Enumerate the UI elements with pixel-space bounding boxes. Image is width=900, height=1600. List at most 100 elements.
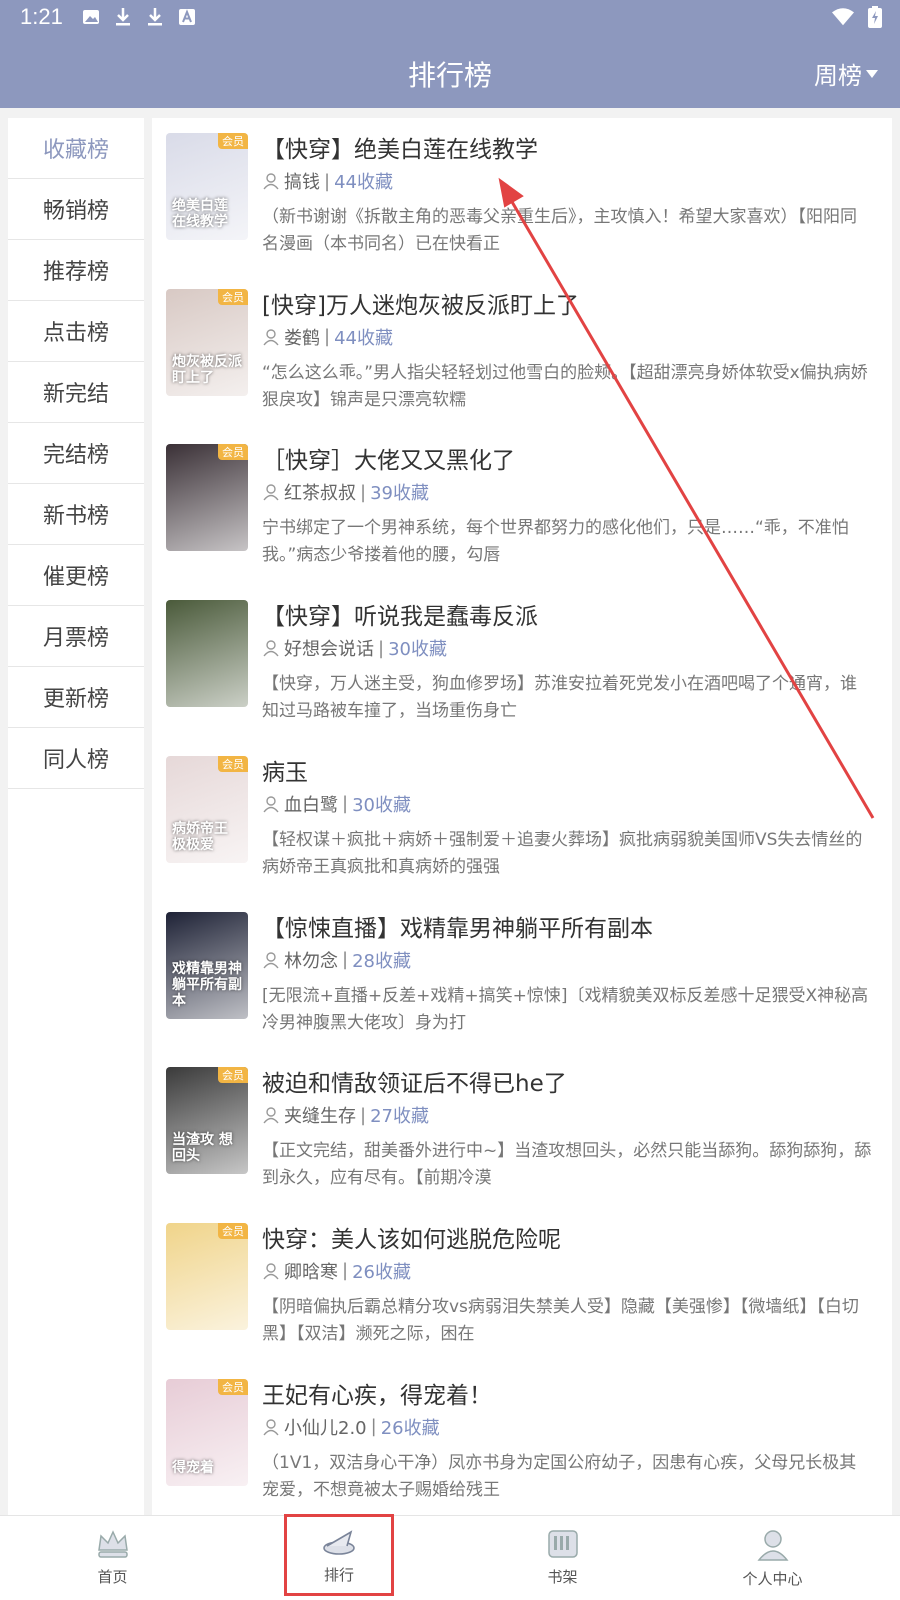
ranking-hat-icon bbox=[323, 1530, 355, 1555]
font-a-icon bbox=[176, 6, 198, 28]
book-item[interactable]: 会员 ［快穿］大佬又又黑化了 红茶叔叔 | 39收藏 宁书绑定了一个男神系统，每个世界都努… bbox=[152, 429, 892, 587]
sidebar-item[interactable]: 同人榜 bbox=[8, 728, 144, 789]
book-description: 【轻权谋＋疯批＋病娇＋强制爱＋追妻火葬场】疯批病弱貌美国师VS失去情丝的病娇帝王… bbox=[262, 829, 863, 877]
app-header: 排行榜 周榜 bbox=[0, 36, 900, 108]
author-name: 林勿念 bbox=[284, 950, 338, 972]
sidebar-item-label: 新完结 bbox=[42, 382, 109, 407]
book-title[interactable]: 快穿：美人该如何逃脱危险呢 bbox=[262, 1220, 877, 1254]
tab-ranking[interactable]: 排行 bbox=[284, 1514, 394, 1596]
author-name: 红茶叔叔 bbox=[284, 483, 356, 505]
book-title[interactable]: [快穿]万人迷炮灰被反派盯上了 bbox=[262, 286, 877, 320]
meta-separator: | bbox=[360, 481, 367, 503]
wifi-icon bbox=[832, 6, 854, 28]
vip-badge: 会员 bbox=[218, 755, 248, 772]
book-item[interactable]: 会员 绝美白莲 在线教学 【快穿】绝美白莲在线教学 搞钱 | 44收藏 （新书谢谢《拆散主角… bbox=[152, 118, 892, 276]
cover-title-art: 戏精靠男神 躺平所有副本 bbox=[172, 960, 242, 1009]
favorites-count: 28收藏 bbox=[352, 950, 411, 972]
book-title[interactable]: 病玉 bbox=[262, 753, 877, 787]
book-item[interactable]: 戏精靠男神 躺平所有副本 【惊悚直播】戏精靠男神躺平所有副本 林勿念 | 28收藏 [无限… bbox=[152, 897, 892, 1055]
book-meta: 娄鹤 | 44收藏 bbox=[262, 324, 393, 350]
book-item[interactable]: 会员 当渣攻 想回头 被迫和情敌领证后不得已he了夹缝生存 | 27收藏【正文完结，甜美… bbox=[152, 1052, 892, 1210]
book-meta: 夹缝生存 | 27收藏 bbox=[262, 1102, 429, 1128]
book-meta: 小仙儿2.0 | 26收藏 bbox=[262, 1414, 440, 1440]
sidebar-item-label: 更新榜 bbox=[42, 687, 109, 712]
vip-badge: 会员 bbox=[218, 288, 248, 305]
book-item[interactable]: 会员 得宠着 王妃有心疾，得宠着！ 小仙儿2.0 | 26收藏 （1V1，双洁身心干净）凤亦… bbox=[152, 1364, 892, 1515]
vip-badge: 会员 bbox=[218, 133, 248, 149]
book-title[interactable]: 【快穿】听说我是蠢毒反派 bbox=[262, 597, 877, 631]
favorites-count: 44收藏 bbox=[334, 172, 393, 193]
cover-title-art: 得宠着 bbox=[172, 1459, 214, 1476]
sidebar-item[interactable]: 更新榜 bbox=[8, 667, 144, 728]
sidebar-item[interactable]: 新书榜 bbox=[8, 484, 144, 545]
book-title[interactable]: 被迫和情敌领证后不得已he了 bbox=[262, 1064, 877, 1098]
sidebar-item-label: 新书榜 bbox=[42, 504, 109, 529]
author-name: 小仙儿2.0 bbox=[284, 1417, 367, 1439]
book-cover[interactable]: 会员 当渣攻 想回头 bbox=[166, 1067, 248, 1175]
book-item[interactable]: 会员 病娇帝王 极极爱 病玉血白鹭 | 30收藏【轻权谋＋疯批＋病娇＋强制爱＋追妻火葬场… bbox=[152, 741, 892, 899]
author-name: 血白鹭 bbox=[284, 794, 338, 816]
favorites-count: 44收藏 bbox=[334, 327, 393, 349]
book-cover[interactable]: 会员 炮灰被反派 盯上了 bbox=[166, 288, 248, 396]
book-meta: 血白鹭 | 30收藏 bbox=[262, 791, 411, 817]
tab-home[interactable]: 首页 bbox=[0, 1516, 225, 1600]
book-description: “怎么这么乖。”男人指尖轻轻划过他雪白的脸颊。【超甜漂亮身娇体软受x偏执病娇狠戾… bbox=[262, 362, 868, 410]
favorites-count: 26收藏 bbox=[352, 1261, 411, 1283]
favorites-count: 27收藏 bbox=[370, 1106, 429, 1128]
tab-label: 排行 bbox=[323, 1566, 354, 1584]
meta-separator: | bbox=[324, 326, 331, 348]
sidebar-item[interactable]: 催更榜 bbox=[8, 545, 144, 606]
image-icon bbox=[80, 6, 102, 28]
book-title[interactable]: 【快穿】绝美白莲在线教学 bbox=[262, 130, 877, 164]
sidebar-item[interactable]: 完结榜 bbox=[8, 423, 144, 484]
book-meta: 林勿念 | 28收藏 bbox=[262, 947, 411, 973]
ranking-category-nav: 收藏榜 畅销榜 推荐榜 点击榜新完结完结榜新书榜催更榜 月票榜更新榜同人榜 bbox=[8, 118, 144, 1515]
book-description: （新书谢谢《拆散主角的恶毒父亲重生后》，主攻慎入！希望大家喜欢）【阳阳同名漫画（… bbox=[262, 207, 857, 254]
status-bar: 1:21 bbox=[0, 0, 900, 36]
sidebar-item[interactable]: 推荐榜 bbox=[8, 240, 144, 301]
vip-badge: 会员 bbox=[218, 1378, 248, 1395]
book-title[interactable]: ［快穿］大佬又又黑化了 bbox=[262, 441, 877, 475]
book-cover[interactable] bbox=[166, 600, 248, 708]
book-item[interactable]: 会员 炮灰被反派 盯上了 [快穿]万人迷炮灰被反派盯上了娄鹤 | 44收藏 “怎么这么乖。… bbox=[152, 274, 892, 432]
status-time: 1:21 bbox=[20, 4, 63, 29]
tab-profile[interactable]: 个人中心 bbox=[660, 1516, 885, 1600]
author-name: 夹缝生存 bbox=[284, 1106, 356, 1128]
book-list[interactable]: 会员 绝美白莲 在线教学 【快穿】绝美白莲在线教学 搞钱 | 44收藏 （新书谢谢《拆散主角… bbox=[152, 118, 892, 1515]
meta-separator: | bbox=[342, 1260, 349, 1282]
author-icon bbox=[263, 951, 279, 968]
download-icon bbox=[112, 6, 134, 28]
book-cover[interactable]: 会员 bbox=[166, 444, 248, 552]
sidebar-item-label: 完结榜 bbox=[42, 443, 109, 468]
book-title[interactable]: 【惊悚直播】戏精靠男神躺平所有副本 bbox=[262, 909, 877, 943]
sidebar-item[interactable]: 新完结 bbox=[8, 362, 144, 423]
page-title: 排行榜 bbox=[407, 59, 492, 92]
author-icon bbox=[263, 328, 279, 346]
book-cover[interactable]: 戏精靠男神 躺平所有副本 bbox=[166, 911, 248, 1019]
book-meta: 红茶叔叔 | 39收藏 bbox=[262, 479, 429, 505]
sidebar-item[interactable]: 收藏榜 bbox=[8, 118, 144, 179]
author-icon bbox=[263, 173, 279, 190]
meta-separator: | bbox=[378, 637, 385, 659]
sidebar-item[interactable]: 畅销榜 bbox=[8, 179, 144, 240]
crown-icon bbox=[97, 1530, 128, 1558]
tab-bookshelf[interactable]: 书架 bbox=[450, 1516, 675, 1600]
book-title[interactable]: 王妃有心疾，得宠着！ bbox=[262, 1376, 877, 1410]
book-item[interactable]: 【快穿】听说我是蠢毒反派 好想会说话 | 30收藏 【快穿，万人迷主受，狗血修罗场】苏淮… bbox=[152, 585, 892, 743]
author-name: 娄鹤 bbox=[284, 327, 320, 349]
book-cover[interactable]: 会员得宠着 bbox=[166, 1378, 248, 1486]
book-item[interactable]: 会员 快穿：美人该如何逃脱危险呢 卿晗寒 | 26收藏 【阴暗偏执后霸总精分攻vs病弱泪失… bbox=[152, 1208, 892, 1366]
book-cover[interactable]: 会员 绝美白莲 在线教学 bbox=[166, 133, 248, 240]
sidebar-item[interactable]: 月票榜 bbox=[8, 606, 144, 667]
period-dropdown[interactable]: 周榜 bbox=[814, 56, 878, 91]
author-icon bbox=[263, 1263, 279, 1280]
favorites-count: 30收藏 bbox=[388, 639, 447, 661]
book-cover[interactable]: 会员 病娇帝王 极极爱 bbox=[166, 755, 248, 863]
book-meta: 好想会说话 | 30收藏 bbox=[262, 635, 447, 661]
caret-down-icon bbox=[866, 69, 878, 78]
sidebar-item[interactable]: 点击榜 bbox=[8, 301, 144, 362]
book-description: 【正文完结，甜美番外进行中~】当渣攻想回头，必然只能当舔狗。舔狗舔狗，舔到永久，… bbox=[262, 1141, 872, 1189]
tab-label: 书架 bbox=[547, 1568, 578, 1586]
book-cover[interactable]: 会员 bbox=[166, 1222, 248, 1330]
author-name: 好想会说话 bbox=[284, 639, 374, 661]
